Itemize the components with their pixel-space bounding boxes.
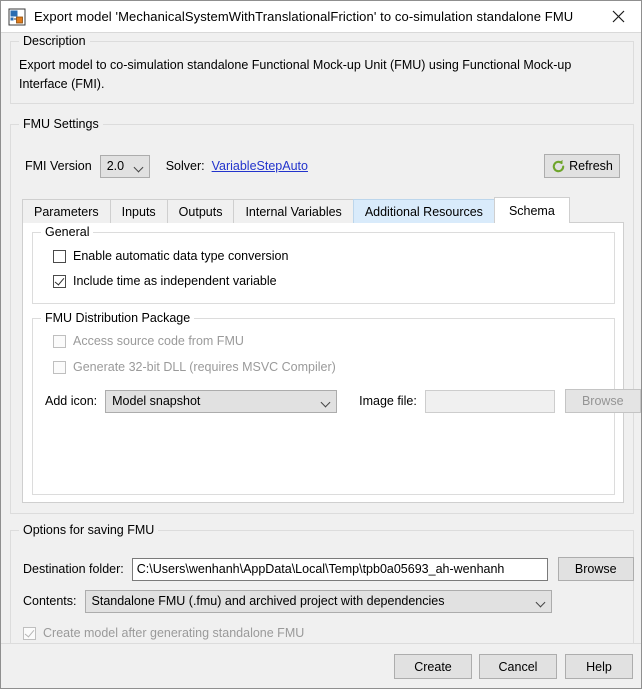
contents-select[interactable]: Standalone FMU (.fmu) and archived proje… xyxy=(85,590,552,613)
tab-strip: Parameters Inputs Outputs Internal Varia… xyxy=(22,198,622,223)
image-browse-button-label: Browse xyxy=(582,394,624,408)
chevron-down-icon xyxy=(321,396,332,407)
checkbox-include-time-independent[interactable]: Include time as independent variable xyxy=(53,272,277,290)
export-fmu-dialog: Export model 'MechanicalSystemWithTransl… xyxy=(0,0,642,689)
tab-inputs[interactable]: Inputs xyxy=(110,199,168,223)
description-text: Export model to co-simulation standalone… xyxy=(19,56,619,94)
tab-schema-label: Schema xyxy=(509,204,555,218)
contents-row: Contents: Standalone FMU (.fmu) and arch… xyxy=(23,589,552,613)
solver-label: Solver: xyxy=(166,159,205,173)
tab-internal-variables[interactable]: Internal Variables xyxy=(233,199,353,223)
checkbox-icon xyxy=(53,361,66,374)
add-icon-value: Model snapshot xyxy=(112,394,315,408)
cancel-button[interactable]: Cancel xyxy=(479,654,557,679)
tab-parameters-label: Parameters xyxy=(34,205,99,219)
chevron-down-icon xyxy=(536,596,547,607)
fmi-version-select[interactable]: 2.0 xyxy=(100,155,150,178)
description-group-title: Description xyxy=(19,34,90,48)
tab-additional-resources[interactable]: Additional Resources xyxy=(353,199,495,223)
add-icon-select[interactable]: Model snapshot xyxy=(105,390,337,413)
image-file-label: Image file: xyxy=(359,394,417,408)
description-group: Description Export model to co-simulatio… xyxy=(10,41,634,104)
tab-inputs-label: Inputs xyxy=(122,205,156,219)
destination-browse-button[interactable]: Browse xyxy=(558,557,634,581)
dialog-content: Description Export model to co-simulatio… xyxy=(1,33,641,643)
checkbox-access-source-code: Access source code from FMU xyxy=(53,332,244,350)
checkbox-checked-icon xyxy=(23,627,36,640)
image-browse-button: Browse xyxy=(565,389,641,413)
chevron-down-icon xyxy=(134,161,145,172)
destination-folder-label: Destination folder: xyxy=(23,562,124,576)
add-icon-label: Add icon: xyxy=(45,394,97,408)
title-bar: Export model 'MechanicalSystemWithTransl… xyxy=(1,1,641,33)
fmi-version-label: FMI Version xyxy=(25,159,92,173)
checkbox-checked-icon xyxy=(53,275,66,288)
destination-browse-button-label: Browse xyxy=(575,562,617,576)
fmu-settings-group: FMU Settings FMI Version 2.0 Solver: Var… xyxy=(10,124,634,514)
solver-link[interactable]: VariableStepAuto xyxy=(212,159,308,173)
tab-internal-variables-label: Internal Variables xyxy=(245,205,341,219)
fmi-version-row: FMI Version 2.0 Solver: VariableStepAuto xyxy=(25,154,308,178)
checkbox-icon xyxy=(53,250,66,263)
contents-label: Contents: xyxy=(23,594,77,608)
general-group-title: General xyxy=(41,225,93,239)
tab-outputs[interactable]: Outputs xyxy=(167,199,235,223)
checkbox-enable-auto-type-conversion-label: Enable automatic data type conversion xyxy=(73,249,288,263)
destination-folder-row: Destination folder: C:\Users\wenhanh\App… xyxy=(23,557,634,581)
help-button-label: Help xyxy=(586,660,612,674)
checkbox-generate-32bit-dll: Generate 32-bit DLL (requires MSVC Compi… xyxy=(53,358,336,376)
checkbox-create-model-after-generating-label: Create model after generating standalone… xyxy=(43,626,304,640)
fmu-settings-group-title: FMU Settings xyxy=(19,117,103,131)
tab-additional-resources-label: Additional Resources xyxy=(365,205,483,219)
image-file-input xyxy=(425,390,555,413)
refresh-button[interactable]: Refresh xyxy=(544,154,620,178)
refresh-icon xyxy=(551,159,566,174)
fmu-distribution-package-group-title: FMU Distribution Package xyxy=(41,311,194,325)
checkbox-generate-32bit-dll-label: Generate 32-bit DLL (requires MSVC Compi… xyxy=(73,360,336,374)
checkbox-enable-auto-type-conversion[interactable]: Enable automatic data type conversion xyxy=(53,247,288,265)
create-button-label: Create xyxy=(414,660,452,674)
help-button[interactable]: Help xyxy=(565,654,633,679)
destination-folder-value: C:\Users\wenhanh\AppData\Local\Temp\tpb0… xyxy=(137,562,505,576)
tab-outputs-label: Outputs xyxy=(179,205,223,219)
checkbox-create-model-after-generating: Create model after generating standalone… xyxy=(23,621,304,645)
contents-value: Standalone FMU (.fmu) and archived proje… xyxy=(92,594,530,608)
checkbox-icon xyxy=(53,335,66,348)
tab-schema[interactable]: Schema xyxy=(494,197,570,223)
schema-tab-panel: General Enable automatic data type conve… xyxy=(22,222,624,503)
refresh-button-label: Refresh xyxy=(569,159,613,173)
fmu-distribution-package-group: FMU Distribution Package Access source c… xyxy=(32,318,615,495)
checkbox-include-time-independent-label: Include time as independent variable xyxy=(73,274,277,288)
fmi-version-value: 2.0 xyxy=(107,159,128,173)
dialog-footer: Create Cancel Help xyxy=(1,643,641,688)
checkbox-access-source-code-label: Access source code from FMU xyxy=(73,334,244,348)
window-title: Export model 'MechanicalSystemWithTransl… xyxy=(34,9,573,24)
cancel-button-label: Cancel xyxy=(499,660,538,674)
options-for-saving-group-title: Options for saving FMU xyxy=(19,523,158,537)
tab-parameters[interactable]: Parameters xyxy=(22,199,111,223)
add-icon-row: Add icon: Model snapshot Image file: Bro… xyxy=(45,389,641,413)
close-icon[interactable] xyxy=(595,1,641,31)
simulink-model-icon xyxy=(8,8,26,26)
general-group: General Enable automatic data type conve… xyxy=(32,232,615,304)
destination-folder-input[interactable]: C:\Users\wenhanh\AppData\Local\Temp\tpb0… xyxy=(132,558,548,581)
create-button[interactable]: Create xyxy=(394,654,472,679)
